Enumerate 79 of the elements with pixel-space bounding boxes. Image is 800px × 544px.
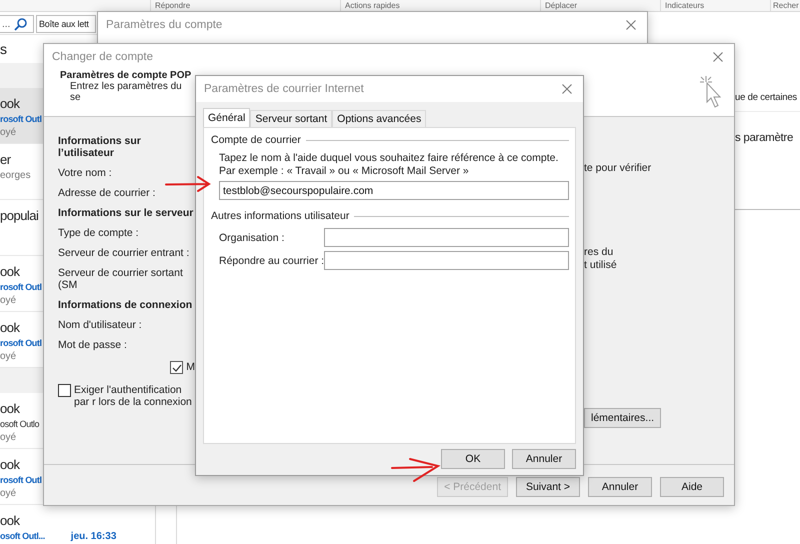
message-preview: oyé [0, 126, 18, 140]
text-field[interactable] [324, 228, 569, 247]
account-name-field[interactable]: testblob@secourspopulaire.com [219, 181, 569, 200]
section-title: Informations de connexion [58, 299, 194, 311]
ribbon-group-label: Répondre [155, 1, 190, 10]
ribbon-group-label: Indicateurs [665, 1, 704, 10]
sender-name: ook [0, 319, 21, 337]
dialog-button[interactable]: OK [441, 449, 505, 469]
scope-dropdown[interactable]: Boîte aux lett [36, 15, 96, 33]
tab[interactable]: Options avancées [332, 110, 426, 127]
section-title: Informations sur le serveur [58, 207, 194, 219]
checkbox-label: Exiger l'authentification par r lors de la connexion [74, 384, 193, 408]
checkbox[interactable] [170, 361, 184, 374]
message-preview: oyé [0, 294, 18, 308]
sender-name: ook [0, 512, 21, 530]
dialog-button[interactable]: Annuler [512, 449, 576, 469]
tab[interactable]: Serveur sortant [250, 110, 332, 127]
more-settings-button[interactable]: lémentaires... [584, 408, 662, 428]
window-title: Changer de compte [52, 51, 154, 63]
ribbon-group-label: Déplacer [545, 1, 578, 10]
sender-name: populai [0, 207, 40, 225]
message-preview: eorges [0, 169, 32, 183]
dialog-button[interactable]: Aide [660, 477, 724, 497]
field-label: Adresse de courrier : [58, 187, 156, 199]
description-text: te pour vérifier [584, 162, 652, 174]
dialog-button[interactable]: Annuler [588, 477, 652, 497]
field-label: Votre nom : [58, 167, 113, 179]
message-preview: oyé [0, 431, 18, 445]
pane-text: ue de certaines [735, 92, 797, 103]
field-label: Serveur de courrier entrant : [58, 247, 190, 259]
section-title: Informations sur l’utilisateur [58, 135, 142, 159]
message-item[interactable]: ook osoft Outl... jeu. 16:33 [0, 505, 155, 544]
message-preview: oyé [0, 487, 18, 501]
checkbox[interactable] [58, 384, 71, 397]
close-icon [713, 52, 723, 62]
ribbon-group-label: Actions rapides [345, 1, 400, 10]
checkbox-label: M [186, 361, 195, 373]
search-field[interactable]: ... [0, 15, 34, 33]
arrow-annotation [390, 456, 442, 484]
message-subject: rosoft Outl [0, 281, 42, 294]
help-text: Tapez le nom à l'aide duquel vous souhaitez faire référence à ce compte. Par exemple : « Travail » ou « Microsoft Mail Server » [218, 152, 560, 178]
message-item[interactable]: ook rosoft Outl oyé [0, 88, 43, 144]
description-text: t utilisé [584, 259, 618, 271]
pane-heading: s paramètre [735, 132, 794, 144]
check-icon [172, 364, 182, 372]
window-title: Paramètres du compte [106, 19, 222, 31]
message-subject: rosoft Outl [0, 113, 42, 126]
dialog-subheading: Entrez les paramètres du se [69, 81, 183, 103]
dialog-heading: Paramètres de compte POP [60, 70, 192, 81]
tab[interactable]: Général [203, 108, 250, 127]
close-icon [562, 84, 572, 94]
arrow-annotation [165, 175, 211, 193]
message-preview: oyé [0, 350, 18, 364]
field-label: Mot de passe : [58, 339, 128, 351]
field-label: Nom d'utilisateur : [58, 319, 143, 331]
sender-name: er [0, 151, 12, 169]
field-label: Répondre au courrier : [219, 254, 324, 266]
description-text: res du [584, 246, 614, 258]
text-field[interactable] [324, 251, 569, 270]
ribbon-group-label: Recher [773, 1, 799, 10]
search-icon [14, 18, 28, 30]
list-header: s [0, 41, 7, 57]
sender-name: ook [0, 95, 21, 113]
message-subject: osoft Outl... [0, 530, 45, 543]
field-label: Type de compte : [58, 227, 140, 239]
group-title: Compte de courrier [211, 134, 301, 146]
sender-name: ook [0, 263, 21, 281]
sender-name: ook [0, 400, 21, 418]
message-subject: osoft Outlo [0, 418, 40, 431]
field-label: Serveur de courrier sortant (SM [58, 267, 184, 291]
dialog-title: Paramètres de courrier Internet [204, 83, 364, 95]
group-title: Autres informations utilisateur [211, 210, 350, 222]
message-subject: rosoft Outl [0, 337, 42, 350]
dialog-button[interactable]: Suivant > [516, 477, 580, 497]
close-icon [626, 20, 636, 30]
sender-name: ook [0, 456, 21, 474]
field-label: Organisation : [219, 232, 284, 244]
message-date: jeu. 16:33 [70, 530, 116, 543]
message-subject: rosoft Outl [0, 474, 42, 487]
